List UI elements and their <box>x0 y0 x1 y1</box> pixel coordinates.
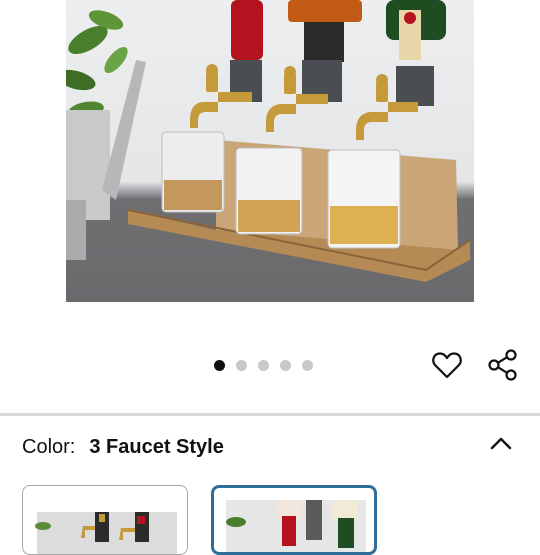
collapse-variations-button[interactable] <box>488 432 514 454</box>
image-carousel-dots[interactable] <box>214 358 313 372</box>
selected-color-value: 3 Faucet Style <box>89 436 224 458</box>
carousel-dot-1[interactable] <box>214 359 225 371</box>
favorite-button[interactable] <box>431 348 463 382</box>
two-faucet-thumbnail <box>35 512 177 554</box>
chevron-up-icon <box>490 437 512 450</box>
carousel-dot-2[interactable] <box>236 359 247 371</box>
share-icon <box>488 349 517 381</box>
carousel-dot-5[interactable] <box>302 359 313 371</box>
variation-option-1[interactable] <box>22 485 188 555</box>
three-faucet-thumbnail <box>226 500 366 552</box>
color-label: Color: <box>22 436 76 458</box>
bottles <box>231 0 446 62</box>
variation-option-2[interactable] <box>211 485 377 555</box>
watering-can <box>66 60 146 260</box>
spout-holders <box>230 60 434 106</box>
variation-selector: Color: 3 Faucet Style <box>22 436 224 459</box>
product-image[interactable] <box>66 0 474 302</box>
carousel-dot-4[interactable] <box>280 359 291 371</box>
carousel-dot-3[interactable] <box>258 359 269 371</box>
heart-icon <box>432 352 462 379</box>
plant-leaves <box>66 10 128 119</box>
section-divider <box>0 413 540 416</box>
share-button[interactable] <box>487 348 519 382</box>
